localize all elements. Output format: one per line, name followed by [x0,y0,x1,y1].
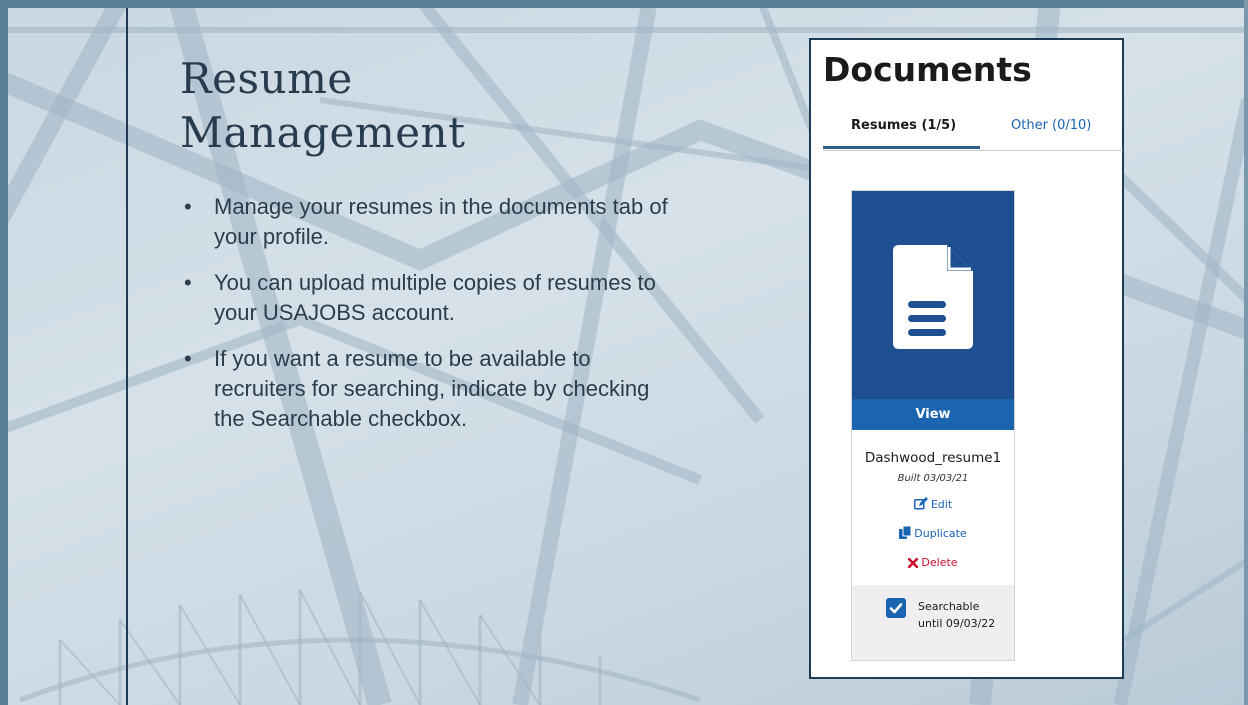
delete-link[interactable]: Delete [852,556,1014,569]
checkmark-icon [889,603,903,614]
slide-title-line1: Resume [180,54,353,103]
tab-other[interactable]: Other (0/10) [1011,118,1091,133]
searchable-expiry: until 09/03/22 [918,617,996,630]
tab-resumes[interactable]: Resumes (1/5) [851,118,956,133]
bullet-list: Manage your resumes in the documents tab… [178,192,678,450]
searchable-checkbox[interactable] [886,598,906,618]
duplicate-link[interactable]: Duplicate [852,525,1014,540]
edit-icon [913,497,928,510]
slide-vertical-rule [126,8,128,705]
edit-link[interactable]: Edit [852,497,1014,511]
resume-thumbnail [852,191,1014,399]
documents-panel-screenshot: Documents Resumes (1/5) Other (0/10) Vie… [809,38,1124,679]
documents-title: Documents [823,50,1032,89]
slide-right-border [1244,0,1248,705]
searchable-section: Searchable until 09/03/22 [852,585,1014,660]
delete-label: Delete [921,556,958,569]
bullet-item: If you want a resume to be available to … [178,344,678,434]
slide: Resume Management Manage your resumes in… [0,0,1248,705]
copy-icon [899,525,912,539]
searchable-label-line1: Searchable [918,600,980,613]
resume-file-name: Dashwood_resume1 [864,450,1002,466]
slide-title-line2: Management [180,108,466,157]
duplicate-label: Duplicate [914,527,967,540]
document-icon [893,245,973,349]
documents-tabs: Resumes (1/5) Other (0/10) [823,110,1123,151]
resume-card: View Dashwood_resume1 Built 03/03/21 Edi… [851,190,1015,661]
active-tab-indicator [823,146,980,149]
bullet-item: You can upload multiple copies of resume… [178,268,678,328]
resume-built-date: Built 03/03/21 [897,473,969,484]
slide-left-border [0,0,8,705]
edit-label: Edit [930,498,953,511]
slide-top-border [0,0,1248,8]
searchable-label: Searchable until 09/03/22 [918,598,1014,632]
slide-title: Resume Management [180,52,466,160]
bullet-item: Manage your resumes in the documents tab… [178,192,678,252]
close-icon [908,557,919,569]
view-button[interactable]: View [852,399,1014,430]
